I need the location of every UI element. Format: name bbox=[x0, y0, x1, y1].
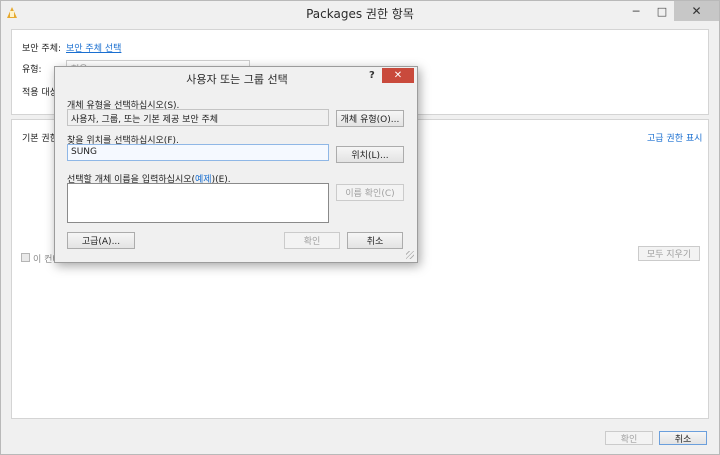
applies-to-label: 적용 대상 bbox=[22, 88, 58, 98]
check-names-button[interactable]: 이름 확인(C) bbox=[336, 184, 404, 201]
advanced-button[interactable]: 고급(A)... bbox=[67, 232, 135, 249]
dialog-cancel-button[interactable]: 취소 bbox=[347, 232, 403, 249]
close-icon: ✕ bbox=[691, 4, 702, 18]
apply-inherit-checkbox[interactable] bbox=[21, 253, 30, 262]
principal-label: 보안 주체: bbox=[22, 44, 62, 54]
locations-button[interactable]: 위치(L)... bbox=[336, 146, 404, 163]
basic-permissions-label: 기본 권한 bbox=[22, 134, 58, 144]
close-button[interactable]: ✕ bbox=[674, 1, 719, 21]
type-label: 유형: bbox=[22, 65, 42, 75]
location-field: SUNG bbox=[67, 144, 329, 161]
clear-all-button[interactable]: 모두 지우기 bbox=[638, 246, 700, 261]
minimize-icon: ─ bbox=[632, 4, 640, 18]
dialog-title: 사용자 또는 그룹 선택 bbox=[186, 73, 288, 86]
object-names-input[interactable] bbox=[67, 183, 329, 223]
dialog-ok-button[interactable]: 확인 bbox=[284, 232, 340, 249]
main-cancel-button[interactable]: 취소 bbox=[659, 431, 707, 445]
select-principal-link[interactable]: 보안 주체 선택 bbox=[66, 41, 121, 54]
dialog-close-icon: ✕ bbox=[393, 70, 403, 81]
show-advanced-permissions-link[interactable]: 고급 권한 표시 bbox=[647, 131, 702, 144]
minimize-button[interactable]: ─ bbox=[623, 1, 649, 21]
title-bar[interactable]: Packages 권한 항목 ─ □ ✕ bbox=[1, 1, 719, 25]
help-icon[interactable]: ? bbox=[369, 70, 375, 81]
window-title: Packages 권한 항목 bbox=[306, 7, 414, 21]
main-ok-button[interactable]: 확인 bbox=[605, 431, 653, 445]
dialog-close-button[interactable]: ✕ bbox=[382, 68, 414, 83]
select-users-dialog: 사용자 또는 그룹 선택 ? ✕ 개체 유형을 선택하십시오(S). 사용자, … bbox=[54, 66, 418, 263]
maximize-icon: □ bbox=[656, 4, 668, 18]
object-type-field: 사용자, 그룹, 또는 기본 제공 보안 주체 bbox=[67, 109, 329, 126]
maximize-button[interactable]: □ bbox=[649, 1, 675, 21]
object-types-button[interactable]: 개체 유형(O)... bbox=[336, 110, 404, 127]
resize-grip-icon[interactable] bbox=[406, 251, 414, 259]
